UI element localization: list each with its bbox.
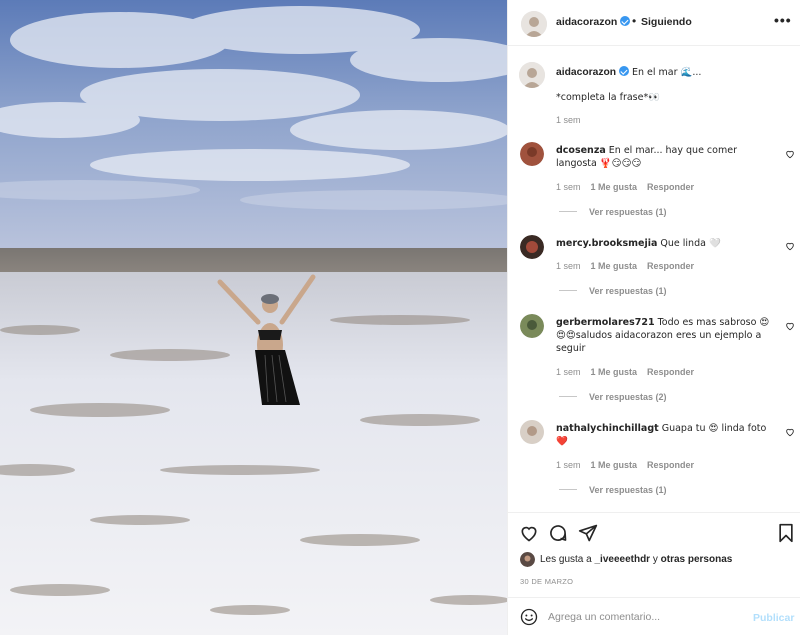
avatar[interactable] (520, 420, 544, 444)
heart-icon[interactable] (785, 149, 795, 159)
avatar[interactable] (519, 62, 545, 88)
avatar[interactable] (520, 235, 544, 259)
comment-username[interactable]: nathalychinchillagt (556, 423, 659, 434)
comment-time: 1 sem (556, 182, 581, 192)
caption-text: aidacorazon En el mar 🌊... (556, 66, 702, 78)
avatar[interactable] (520, 314, 544, 338)
comment-time: 1 sem (556, 367, 581, 377)
reply-button[interactable]: Responder (647, 182, 694, 192)
comment-text: nathalychinchillagt Guapa tu 😍 linda fot… (556, 423, 767, 447)
comment-likes[interactable]: 1 Me gusta (591, 367, 638, 377)
caption-username[interactable]: aidacorazon (556, 67, 616, 78)
reply-button[interactable]: Responder (647, 460, 694, 470)
comment-text: gerbermolares721 Todo es mas sabroso 😍😍😍… (556, 317, 770, 354)
verified-icon (619, 66, 630, 76)
avatar[interactable] (520, 142, 544, 166)
comment-text: mercy.brooksmejia Que linda 🤍 (556, 238, 721, 249)
post-panel: aidacorazon • Siguiendo ••• aidacorazon … (507, 0, 800, 635)
comment-username[interactable]: mercy.brooksmejia (556, 238, 657, 249)
likes-summary: Les gusta a _iveeeethdr y otras personas (520, 552, 790, 567)
other-likers-link[interactable]: otras personas (661, 554, 733, 565)
comment-likes[interactable]: 1 Me gusta (591, 261, 638, 271)
liker-username[interactable]: _iveeeethdr (594, 554, 650, 565)
heart-icon[interactable] (785, 321, 795, 331)
following-button[interactable]: Siguiendo (641, 16, 692, 28)
comment-meta: 1 sem 1 Me gusta Responder (556, 460, 694, 470)
reply-button[interactable]: Responder (647, 367, 694, 377)
view-replies-button[interactable]: Ver respuestas (1) (559, 286, 667, 296)
comment-text: dcosenza En el mar... hay que comer lang… (556, 145, 737, 169)
view-replies-button[interactable]: Ver respuestas (1) (559, 207, 667, 217)
comment-meta: 1 sem 1 Me gusta Responder (556, 367, 694, 377)
comment-username[interactable]: dcosenza (556, 145, 606, 156)
avatar[interactable] (521, 11, 547, 37)
more-icon[interactable]: ••• (774, 12, 792, 28)
avatar[interactable] (520, 552, 535, 567)
comment-input[interactable] (548, 607, 738, 627)
comment-meta: 1 sem 1 Me gusta Responder (556, 261, 694, 271)
comment-likes[interactable]: 1 Me gusta (591, 460, 638, 470)
post-author-username[interactable]: aidacorazon (556, 16, 631, 28)
emoji-icon[interactable] (520, 608, 538, 626)
comment-meta: 1 sem 1 Me gusta Responder (556, 182, 694, 192)
comment-icon[interactable] (548, 523, 568, 543)
comment-username[interactable]: gerbermolares721 (556, 317, 655, 328)
publish-button[interactable]: Publicar (753, 612, 794, 624)
bookmark-icon[interactable] (776, 523, 796, 543)
caption-time: 1 sem (556, 115, 581, 125)
comment-time: 1 sem (556, 460, 581, 470)
caption-text-line2: *completa la frase*👀 (556, 92, 661, 103)
heart-icon[interactable] (785, 427, 795, 437)
heart-icon[interactable] (519, 523, 539, 543)
post-photo[interactable] (0, 0, 507, 635)
comment-time: 1 sem (556, 261, 581, 271)
likes-text: Les gusta a _iveeeethdr y otras personas (540, 554, 733, 565)
heart-icon[interactable] (785, 241, 795, 251)
separator-dot: • (632, 14, 637, 28)
comment-likes[interactable]: 1 Me gusta (591, 182, 638, 192)
post-header: aidacorazon • Siguiendo ••• (508, 0, 800, 46)
reply-button[interactable]: Responder (647, 261, 694, 271)
add-comment-bar: Publicar (508, 597, 800, 635)
view-replies-button[interactable]: Ver respuestas (1) (559, 485, 667, 495)
share-icon[interactable] (578, 523, 598, 543)
view-replies-button[interactable]: Ver respuestas (2) (559, 392, 667, 402)
verified-icon (620, 16, 631, 26)
post-date: 30 DE MARZO (520, 577, 574, 586)
